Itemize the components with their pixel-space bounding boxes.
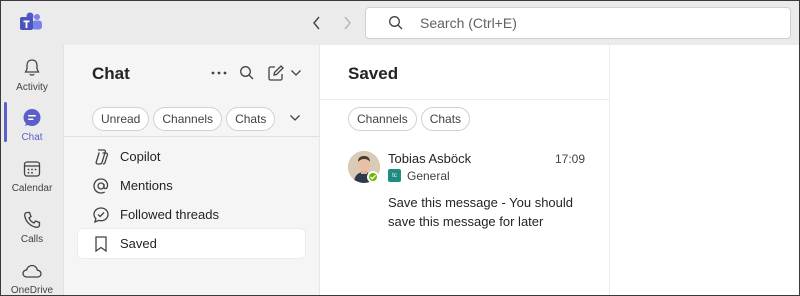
nav-item-label: Copilot: [120, 149, 161, 164]
chat-icon: [21, 107, 43, 129]
search-box[interactable]: [365, 7, 791, 39]
rail-item-activity[interactable]: Activity: [1, 51, 63, 101]
followed-threads-icon: [92, 206, 110, 224]
rail-label: Activity: [16, 82, 48, 93]
teams-logo-icon[interactable]: [19, 12, 43, 34]
copilot-icon: [92, 148, 110, 166]
detail-pane: [609, 45, 799, 295]
chevron-down-icon[interactable]: [286, 63, 306, 83]
rail-label: Calls: [20, 234, 44, 245]
rail-item-onedrive[interactable]: OneDrive: [1, 254, 63, 296]
filter-pills: Unread Channels Chats: [92, 107, 276, 131]
nav-item-mentions[interactable]: Mentions: [78, 171, 305, 200]
filter-chats[interactable]: Chats: [420, 107, 471, 131]
divider: [64, 136, 319, 137]
nav-item-label: Mentions: [120, 178, 173, 193]
forward-arrow-icon[interactable]: [337, 13, 357, 33]
nav-item-saved[interactable]: Saved: [78, 229, 305, 258]
bookmark-icon: [92, 235, 110, 253]
nav-item-label: Saved: [120, 236, 157, 251]
saved-filter-pills: Channels Chats: [348, 107, 471, 131]
rail-label: Chat: [21, 132, 43, 143]
filter-channels[interactable]: Channels: [153, 107, 223, 131]
search-icon: [388, 15, 404, 31]
team-badge-icon: tc: [388, 169, 401, 182]
rail-label: Calendar: [11, 183, 53, 194]
pane-title: Saved: [348, 64, 399, 83]
message-author[interactable]: Tobias Asböck: [388, 151, 471, 166]
filter-unread[interactable]: Unread: [92, 107, 150, 131]
rail-item-chat[interactable]: Chat: [1, 101, 63, 151]
nav-item-copilot[interactable]: Copilot: [78, 142, 305, 171]
app-rail: Activity Chat Calendar Calls OneDrive: [1, 45, 63, 296]
back-arrow-icon[interactable]: [307, 13, 327, 33]
chat-list-pane: Chat Unread Channels Chats Copilot Menti…: [63, 45, 319, 295]
message-time: 17:09: [555, 152, 586, 166]
cloud-icon: [21, 260, 43, 282]
message-body[interactable]: Save this message - You should save this…: [388, 193, 598, 231]
presence-available-icon: [367, 171, 379, 183]
saved-pane: Saved Channels Chats Tobias Asböck 17:09…: [319, 45, 610, 295]
chat-nav-list: Copilot Mentions Followed threads Saved: [78, 142, 305, 258]
more-options-icon[interactable]: [209, 63, 229, 83]
rail-item-calendar[interactable]: Calendar: [1, 152, 63, 202]
filter-channels[interactable]: Channels: [348, 107, 417, 131]
search-input[interactable]: [420, 15, 720, 31]
teams-window: Activity Chat Calendar Calls OneDri: [0, 0, 800, 296]
rail-item-calls[interactable]: Calls: [1, 203, 63, 253]
new-chat-icon[interactable]: [266, 63, 286, 83]
phone-icon: [21, 209, 43, 231]
at-icon: [92, 177, 110, 195]
title-bar: [1, 1, 799, 45]
divider: [320, 99, 610, 100]
rail-label: OneDrive: [10, 285, 54, 296]
filter-expand-chevron-icon[interactable]: [286, 109, 304, 127]
filter-chats[interactable]: Chats: [226, 107, 276, 131]
nav-item-label: Followed threads: [120, 207, 219, 222]
nav-item-followed-threads[interactable]: Followed threads: [78, 200, 305, 229]
search-icon[interactable]: [237, 63, 257, 83]
calendar-icon: [21, 158, 43, 180]
bell-icon: [21, 57, 43, 79]
pane-title: Chat: [92, 64, 130, 83]
channel-name[interactable]: General: [407, 169, 450, 183]
